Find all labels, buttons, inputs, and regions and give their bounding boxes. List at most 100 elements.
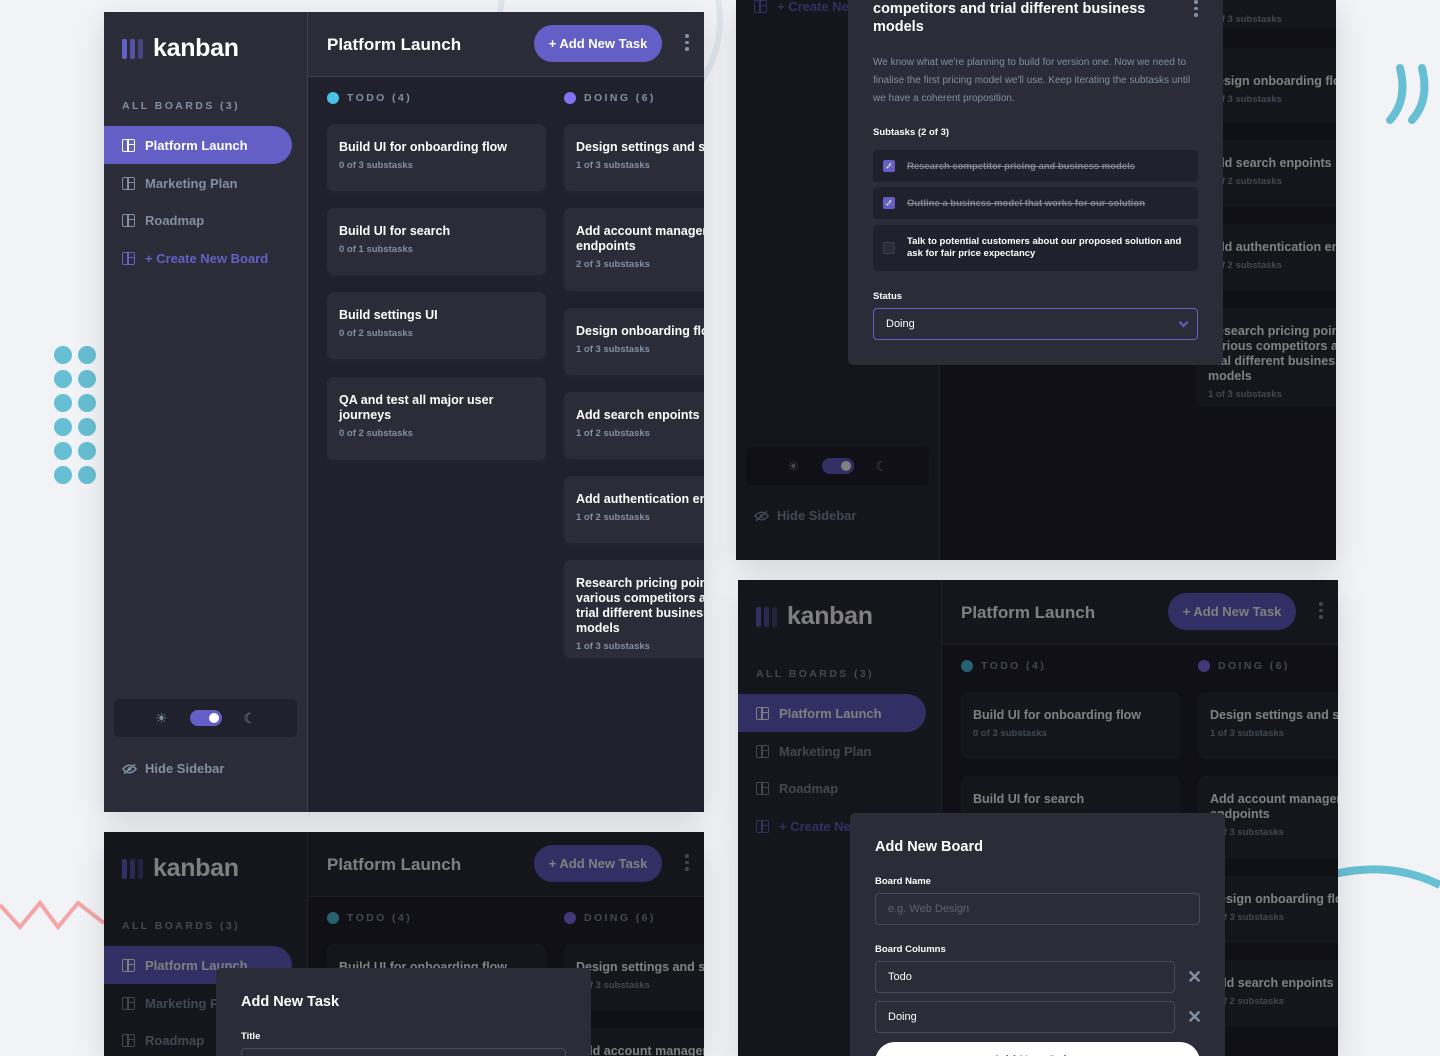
all-boards-heading: ALL BOARDS (3)	[122, 100, 240, 112]
task-card[interactable]: Research pricing points of various compe…	[564, 560, 704, 658]
decor-dot	[54, 466, 72, 484]
task-card[interactable]: Design onboarding flow 1 of 3 substasks	[564, 308, 704, 375]
column-name-value: Doing	[888, 1011, 917, 1023]
dot-pattern-decoration	[54, 346, 104, 486]
add-task-modal: Add New Task Title	[216, 968, 591, 1056]
column-name-input[interactable]: Doing	[875, 1001, 1175, 1033]
board-icon	[122, 176, 135, 190]
checkbox-checked-icon[interactable]: ✓	[883, 197, 895, 209]
checkbox-checked-icon[interactable]: ✓	[883, 160, 895, 172]
moon-icon: ☾	[243, 709, 257, 726]
task-card[interactable]: Design settings and search pages 1 of 3 s…	[564, 124, 704, 191]
board-header: Platform Launch + Add New Task	[308, 12, 704, 77]
logo-text: kanban	[153, 34, 239, 62]
task-title: Build UI for search	[339, 224, 451, 238]
decor-dot	[54, 394, 72, 412]
board-menu-kebab-icon[interactable]	[685, 34, 689, 51]
column-header-doing: DOING (6)	[564, 92, 656, 104]
column-label: TODO (4)	[347, 92, 413, 104]
decor-dot	[78, 466, 96, 484]
create-board-label: + Create New Board	[145, 250, 269, 266]
board-columns-area: TODO (4) DOING (6) Build UI for onboardi…	[308, 77, 704, 812]
create-new-board-button[interactable]: + Create New Board	[104, 239, 292, 277]
task-card[interactable]: Add account management endpoints 2 of 3 s…	[564, 208, 704, 291]
task-card[interactable]: Add search enpoints 1 of 2 substasks	[564, 392, 704, 459]
column-name-input[interactable]: Todo	[875, 961, 1175, 993]
add-board-modal-title: Add New Board	[875, 839, 983, 855]
hide-sidebar-button[interactable]: Hide Sidebar	[122, 761, 224, 776]
add-new-task-button[interactable]: + Add New Task	[534, 25, 662, 62]
board-icon	[122, 251, 135, 265]
board-name-placeholder: e.g. Web Design	[888, 903, 970, 915]
chevron-down-icon	[1178, 316, 1189, 327]
sidebar-item-platform-launch[interactable]: Platform Launch	[104, 126, 292, 164]
todo-dot-icon	[327, 92, 339, 104]
column-label: DOING (6)	[584, 92, 656, 104]
task-title: Add search enpoints	[576, 408, 700, 422]
subtask-item[interactable]: ✓ Research competitor pricing and busines…	[873, 150, 1198, 182]
board-icon	[122, 138, 135, 152]
decor-dot	[78, 418, 96, 436]
sidebar-item-marketing-plan[interactable]: Marketing Plan	[104, 164, 292, 202]
task-subtask-count: 0 of 2 substasks	[339, 428, 413, 439]
theme-switch[interactable]	[189, 710, 222, 726]
decor-dot	[54, 370, 72, 388]
arc-decoration	[1330, 865, 1440, 889]
task-title: Build UI for onboarding flow	[339, 140, 508, 154]
task-card[interactable]: QA and test all major user journeys 0 of …	[327, 377, 546, 460]
decor-dot	[54, 442, 72, 460]
squiggle-decoration	[0, 899, 106, 931]
task-subtask-count: 1 of 3 substasks	[576, 344, 650, 355]
add-new-column-button[interactable]: + Add New Column	[875, 1042, 1200, 1056]
decor-dot	[54, 346, 72, 364]
subtask-text: Talk to potential customers about our pr…	[907, 236, 1182, 259]
add-task-screen: kanban ALL BOARDS (3) Platform Launch Ma…	[104, 832, 704, 1056]
task-detail-title: competitors and trial different business…	[873, 1, 1146, 35]
task-card[interactable]: Build UI for search 0 of 1 substasks	[327, 208, 546, 275]
task-menu-kebab-icon[interactable]	[1194, 0, 1198, 17]
task-subtask-count: 0 of 2 substasks	[339, 328, 413, 339]
sun-icon: ☀	[154, 709, 168, 726]
sidebar-item-label: Roadmap	[145, 212, 205, 228]
board-name-label: Board Name	[875, 876, 931, 887]
task-description: We know what we're planning to build for…	[873, 57, 1191, 104]
remove-column-close-icon[interactable]: ✕	[1187, 967, 1202, 988]
logo: kanban	[122, 34, 239, 63]
task-title: Add account management endpoints	[576, 224, 704, 253]
hide-sidebar-label: Hide Sidebar	[145, 761, 225, 776]
subtask-item[interactable]: Talk to potential customers about our pr…	[873, 225, 1198, 271]
subtask-text: Outline a business model that works for …	[907, 197, 1146, 209]
remove-column-close-icon[interactable]: ✕	[1187, 1007, 1202, 1028]
task-card[interactable]: Build settings UI 0 of 2 substasks	[327, 292, 546, 359]
task-subtask-count: 0 of 3 substasks	[339, 160, 413, 171]
subtask-item[interactable]: ✓ Outline a business model that works for…	[873, 187, 1198, 219]
double-arc-decoration	[1386, 64, 1429, 124]
task-subtask-count: 1 of 2 substasks	[576, 512, 650, 523]
logo-bars-icon	[122, 38, 143, 59]
subtask-text: Research competitor pricing and business…	[907, 160, 1136, 172]
task-card[interactable]: Add authentication endpoints 1 of 2 subst…	[564, 476, 704, 543]
task-title: Research pricing points of various compe…	[576, 576, 704, 635]
theme-toggle: ☀ ☾	[114, 699, 297, 737]
task-title-label: Title	[241, 1031, 261, 1042]
task-card[interactable]: Build UI for onboarding flow 0 of 3 subst…	[327, 124, 546, 191]
add-board-screen: kanban ALL BOARDS (3) Platform Launch Ma…	[738, 580, 1338, 1056]
status-select[interactable]: Doing	[873, 308, 1198, 340]
task-detail-modal: competitors and trial different business…	[848, 0, 1223, 365]
subtasks-heading: Subtasks (2 of 3)	[873, 127, 950, 138]
eye-slash-icon	[122, 763, 137, 774]
board-columns-label: Board Columns	[875, 944, 946, 955]
decor-dot	[78, 394, 96, 412]
board-name-input[interactable]: e.g. Web Design	[875, 893, 1200, 925]
sidebar: kanban ALL BOARDS (3) Platform Launch Ma…	[104, 12, 308, 812]
doing-dot-icon	[564, 92, 576, 104]
main-board-screen: kanban ALL BOARDS (3) Platform Launch Ma…	[104, 12, 704, 812]
task-title-input[interactable]	[241, 1048, 566, 1056]
add-board-modal: Add New Board Board Name e.g. Web Design…	[850, 813, 1225, 1056]
sidebar-item-roadmap[interactable]: Roadmap	[104, 201, 292, 239]
decor-dot	[78, 370, 96, 388]
sidebar-item-label: Platform Launch	[145, 137, 248, 153]
status-value: Doing	[886, 318, 915, 330]
checkbox-icon[interactable]	[883, 242, 895, 254]
task-subtask-count: 1 of 2 substasks	[576, 428, 650, 439]
